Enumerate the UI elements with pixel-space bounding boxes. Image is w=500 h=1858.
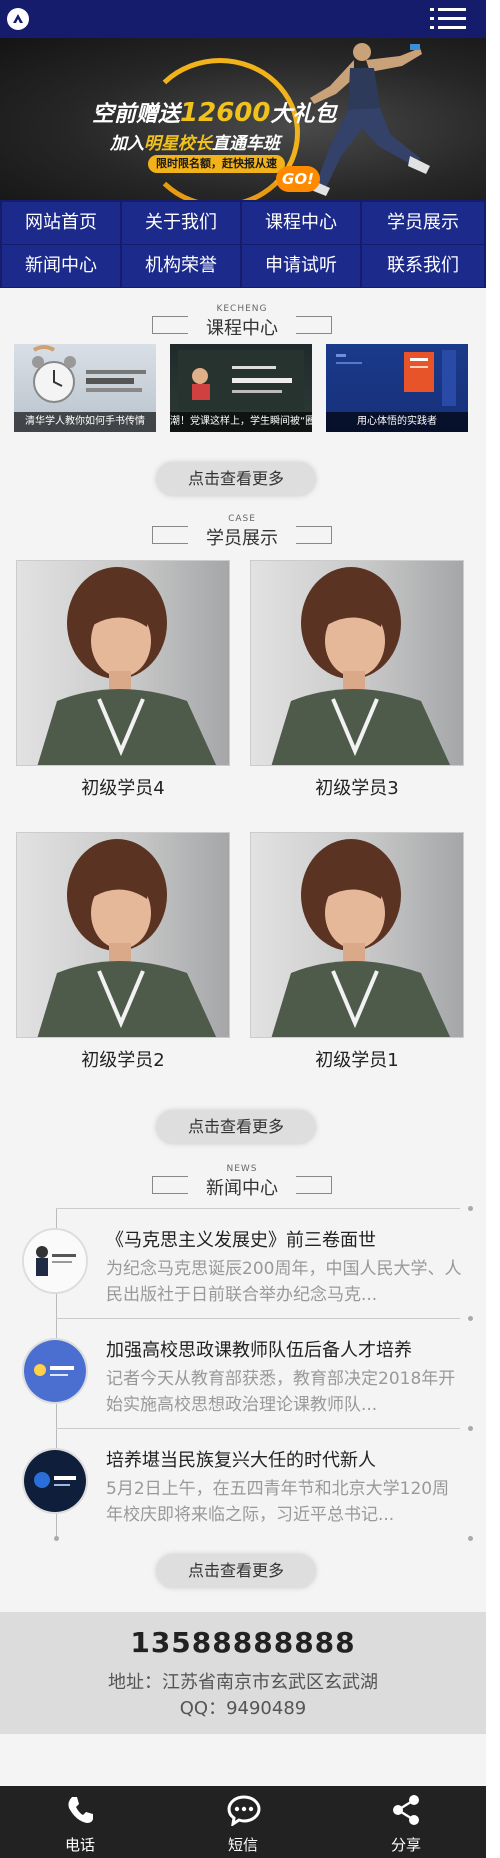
bottom-action-bar: 电话 短信 分享 xyxy=(0,1786,486,1858)
sms-button[interactable]: 短信 xyxy=(183,1786,303,1858)
student-photo xyxy=(250,560,464,766)
banner-go-badge[interactable]: GO! xyxy=(276,166,320,192)
student-photo xyxy=(16,560,230,766)
news-title[interactable]: 加强高校思政课教师队伍后备人才培养 xyxy=(106,1336,412,1362)
chalkboard-plan-icon xyxy=(178,350,304,410)
section-title-cn: 课程中心 xyxy=(206,318,278,339)
nav-item-news[interactable]: 新闻中心 xyxy=(2,245,120,287)
alarm-clock-icon xyxy=(32,345,146,403)
nav-item-home[interactable]: 网站首页 xyxy=(2,202,120,244)
banner-subheadline: 加入明星校长直通车班 xyxy=(110,134,280,154)
student-photo xyxy=(250,832,464,1038)
news-desc: 5月2日上午，在五四青年节和北京大学120周年校庆即将来临之际，习近平总书记..… xyxy=(106,1479,450,1525)
news-title[interactable]: 《马克思主义发展史》前三卷面世 xyxy=(106,1226,376,1252)
book-cover-icon xyxy=(336,350,456,406)
student-photo xyxy=(16,832,230,1038)
students-more-button[interactable]: 点击查看更多 xyxy=(156,1110,316,1144)
student-name: 初级学员4 xyxy=(81,778,165,799)
section-title-cn: 学员展示 xyxy=(206,528,278,549)
nav-item-about[interactable]: 关于我们 xyxy=(122,202,240,244)
news-desc: 为纪念马克思诞辰200周年，中国人民大学、人民出版社于日前联合举办纪念马克... xyxy=(106,1259,462,1305)
course-card[interactable]: 用心体悟的实践者 xyxy=(326,344,468,432)
course-card[interactable]: 清华学人教你如何手书传情 xyxy=(14,344,156,432)
section-title-en: NEWS xyxy=(226,1164,258,1174)
call-button[interactable]: 电话 xyxy=(20,1786,140,1858)
phone-icon xyxy=(68,1797,93,1823)
news-more-button[interactable]: 点击查看更多 xyxy=(156,1554,316,1588)
news-thumbnail xyxy=(22,1338,88,1404)
news-thumbnail xyxy=(22,1448,88,1514)
section-title-students: CASE 学员展示 xyxy=(152,514,332,549)
news-thumbnail xyxy=(22,1228,88,1294)
section-title-courses: KECHENG 课程中心 xyxy=(152,304,332,339)
contact-qq: QQ：9490489 xyxy=(179,1698,307,1719)
courses-more-button[interactable]: 点击查看更多 xyxy=(156,462,316,496)
news-title[interactable]: 培养堪当民族复兴大任的时代新人 xyxy=(106,1446,376,1472)
contact-phone[interactable]: 13588888888 xyxy=(0,1626,486,1659)
banner-headline: 空前赠送12600大礼包 xyxy=(92,98,337,128)
sms-label: 短信 xyxy=(227,1836,258,1854)
page-margin-strip xyxy=(486,0,500,1858)
message-icon xyxy=(227,1795,261,1826)
section-title-en: KECHENG xyxy=(216,304,268,314)
banner-limited-pill: 限时限名额，赶快报从速 xyxy=(148,155,285,173)
nav-item-honors[interactable]: 机构荣誉 xyxy=(122,245,240,287)
student-name: 初级学员3 xyxy=(315,778,399,799)
contact-panel: 13588888888 地址：江苏省南京市玄武区玄武湖 QQ：9490489 xyxy=(0,1612,486,1734)
promo-banner[interactable]: 空前赠送12600大礼包 加入明星校长直通车班 限时限名额，赶快报从速 GO! xyxy=(0,38,486,200)
section-title-cn: 新闻中心 xyxy=(206,1178,278,1199)
share-button[interactable]: 分享 xyxy=(346,1786,466,1858)
course-caption: 清华学人教你如何手书传情 xyxy=(14,412,156,432)
course-caption: 潮！党课这样上，学生瞬间被“圈... xyxy=(170,412,312,432)
share-label: 分享 xyxy=(390,1836,421,1854)
section-title-news: NEWS 新闻中心 xyxy=(152,1164,332,1199)
student-name: 初级学员1 xyxy=(315,1050,399,1071)
page: 空前赠送12600大礼包 加入明星校长直通车班 限时限名额，赶快报从速 GO! … xyxy=(0,0,486,1858)
contact-address: 地址：江苏省南京市玄武区玄武湖 xyxy=(108,1672,378,1693)
hamburger-menu-icon[interactable] xyxy=(430,6,466,32)
logo-mark-icon[interactable] xyxy=(7,8,29,30)
news-desc: 记者今天从教育部获悉，教育部决定2018年开始实施高校思想政治理论课教师队... xyxy=(106,1369,456,1415)
nav-item-trial[interactable]: 申请试听 xyxy=(242,245,360,287)
nav-item-students[interactable]: 学员展示 xyxy=(362,202,484,244)
nav-item-courses[interactable]: 课程中心 xyxy=(242,202,360,244)
course-card[interactable]: 潮！党课这样上，学生瞬间被“圈... xyxy=(170,344,312,432)
nav-item-contact[interactable]: 联系我们 xyxy=(362,245,484,287)
main-nav: 网站首页 关于我们 课程中心 学员展示 新闻中心 机构荣誉 申请试听 联系我们 xyxy=(0,200,486,288)
course-caption: 用心体悟的实践者 xyxy=(326,412,468,432)
student-name: 初级学员2 xyxy=(81,1050,165,1071)
top-bar xyxy=(0,0,486,38)
section-title-en: CASE xyxy=(228,514,256,524)
call-label: 电话 xyxy=(64,1836,95,1854)
share-icon xyxy=(393,1795,419,1825)
